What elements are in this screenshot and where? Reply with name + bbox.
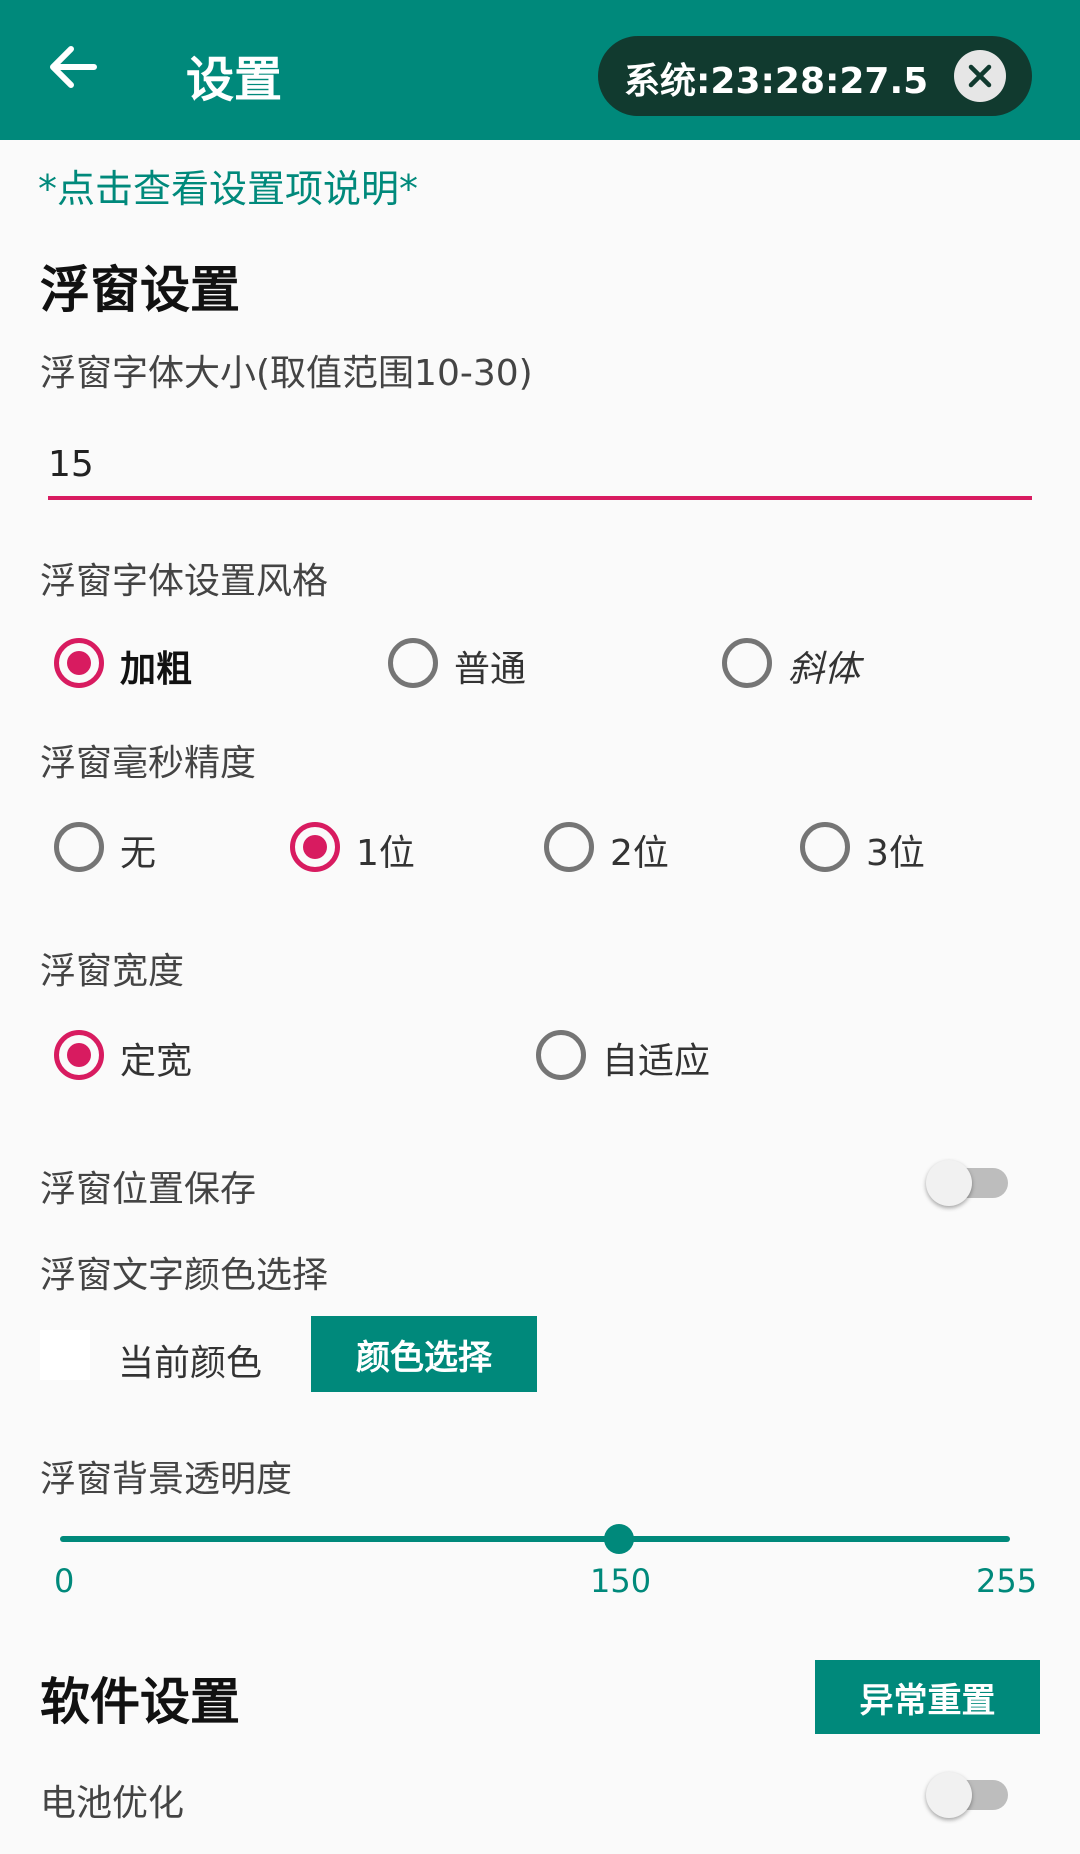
radio-unselected-icon (388, 638, 438, 688)
width-auto-label: 自适应 (602, 1041, 711, 1082)
clock-close-button[interactable] (954, 50, 1006, 102)
radio-selected-icon (54, 638, 104, 688)
font-size-label[interactable]: 浮窗字体大小(取值范围10-30) (40, 344, 533, 396)
bg-alpha-slider-track[interactable] (60, 1536, 1010, 1542)
current-color-label: 当前颜色 (118, 1343, 263, 1384)
radio-unselected-icon (800, 822, 850, 872)
font-style-label[interactable]: 浮窗字体设置风格 (40, 552, 328, 604)
switch-thumb (926, 1772, 972, 1818)
app-bar: 设置 系统:23:28:27.5 (0, 0, 1080, 140)
font-style-bold-label: 加粗 (120, 649, 193, 690)
settings-help-link[interactable]: *点击查看设置项说明* (38, 158, 418, 213)
position-save-switch[interactable] (926, 1158, 1012, 1208)
position-save-label[interactable]: 浮窗位置保存 (40, 1160, 256, 1212)
ms-precision-label[interactable]: 浮窗毫秒精度 (40, 734, 256, 786)
radio-unselected-icon (722, 638, 772, 688)
radio-unselected-icon (54, 822, 104, 872)
font-size-input-underline (48, 496, 1032, 500)
text-color-label[interactable]: 浮窗文字颜色选择 (40, 1246, 328, 1298)
bg-alpha-value: 150 (590, 1562, 652, 1600)
radio-selected-icon (290, 822, 340, 872)
bg-alpha-slider-thumb[interactable] (604, 1524, 634, 1554)
font-style-italic-label: 斜体 (788, 649, 861, 690)
battery-optimization-label[interactable]: 电池优化 (40, 1774, 184, 1826)
float-settings-title: 浮窗设置 (40, 261, 240, 319)
font-style-normal-label: 普通 (454, 649, 527, 690)
switch-thumb (926, 1160, 972, 1206)
page-title: 设置 (186, 52, 283, 108)
bg-alpha-label[interactable]: 浮窗背景透明度 (40, 1450, 292, 1502)
system-clock-text: 系统:23:28:27.5 (624, 61, 929, 102)
back-button[interactable] (44, 38, 102, 96)
battery-optimization-switch[interactable] (926, 1770, 1012, 1820)
close-icon (968, 64, 992, 88)
system-clock-pill: 系统:23:28:27.5 (598, 36, 1032, 116)
arrow-left-icon (50, 46, 97, 88)
width-fixed-label: 定宽 (120, 1041, 193, 1082)
current-color-swatch (40, 1330, 90, 1380)
radio-unselected-icon (544, 822, 594, 872)
ms-precision-1-label: 1位 (356, 833, 415, 874)
font-size-input[interactable]: 15 (48, 444, 94, 485)
bg-alpha-min: 0 (54, 1562, 75, 1600)
radio-selected-icon (54, 1030, 104, 1080)
ms-precision-2-label: 2位 (610, 833, 669, 874)
width-label[interactable]: 浮窗宽度 (40, 942, 184, 994)
exception-reset-button[interactable]: 异常重置 (815, 1660, 1040, 1734)
ms-precision-3-label: 3位 (866, 833, 925, 874)
bg-alpha-max: 255 (976, 1562, 1038, 1600)
radio-unselected-icon (536, 1030, 586, 1080)
ms-precision-none-label: 无 (120, 833, 157, 874)
color-picker-button[interactable]: 颜色选择 (311, 1316, 537, 1392)
software-settings-title: 软件设置 (40, 1673, 240, 1731)
